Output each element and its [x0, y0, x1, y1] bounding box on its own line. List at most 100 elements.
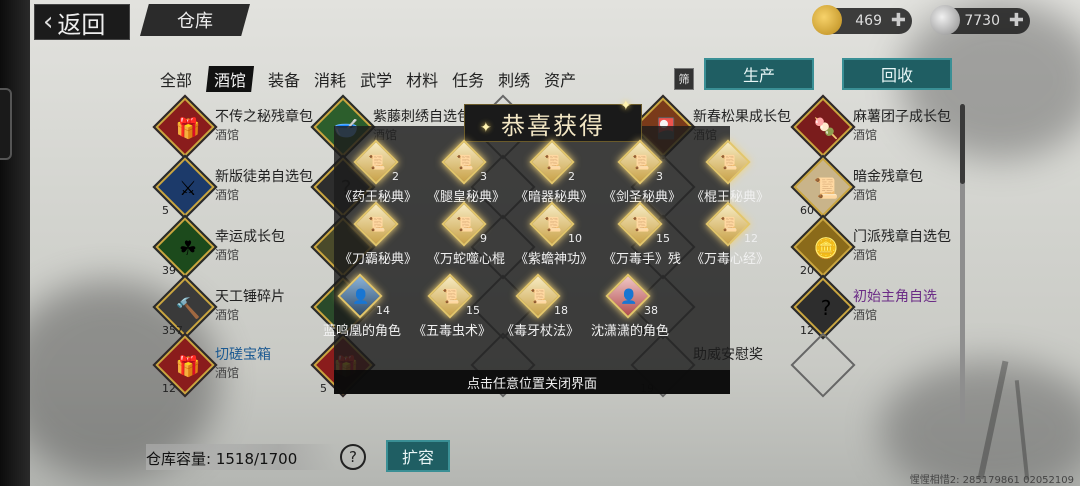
- reward-item: 👤 14 蓝鸣凰的角色: [314, 273, 410, 346]
- reward-popup-title: 恭喜获得: [501, 111, 605, 140]
- tab-equipment[interactable]: 装备: [268, 67, 300, 91]
- reward-item: 📜 2 《暗器秘典》: [506, 139, 602, 212]
- inventory-cell[interactable]: 🍡 麻薯团子成长包 酒馆: [790, 94, 956, 160]
- reward-count: 15: [466, 304, 480, 317]
- expand-button[interactable]: 扩容: [386, 440, 450, 472]
- portrait-glyph-icon: 👤: [620, 289, 638, 305]
- item-glyph-icon: ☘: [179, 236, 197, 260]
- item-glyph-icon: 📜: [813, 176, 839, 200]
- reward-count: 2: [392, 170, 399, 183]
- reward-count: 9: [480, 232, 487, 245]
- add-gold-icon[interactable]: ✚: [891, 10, 906, 31]
- reward-item: 📜 3 《腿皇秘典》: [418, 139, 514, 212]
- back-button[interactable]: ‹ 返回: [34, 4, 130, 40]
- item-name: 新春松果成长包: [693, 109, 791, 125]
- scroll-glyph-icon: 📜: [456, 217, 474, 233]
- reward-name: 《万毒手》残: [602, 252, 681, 267]
- inventory-cell[interactable]: [790, 332, 956, 398]
- reward-name: 《毒牙杖法》: [500, 324, 579, 339]
- filter-button[interactable]: 筛: [674, 68, 694, 90]
- left-edge-bar: [0, 0, 30, 486]
- reward-name: 《刀霸秘典》: [338, 252, 417, 267]
- inventory-cell[interactable]: 📜 暗金残章包 酒馆 60: [790, 154, 956, 220]
- item-category: 酒馆: [215, 188, 240, 202]
- page-title: 仓库: [140, 4, 250, 36]
- watermark-text: 惺惺相惜2: 285179861 02052109: [909, 475, 1074, 486]
- sparkle-icon: ✦: [620, 98, 632, 114]
- item-category: 酒馆: [215, 308, 240, 322]
- item-glyph-icon: ⚔: [179, 176, 197, 200]
- reward-count: 14: [376, 304, 390, 317]
- item-count: 60: [800, 204, 814, 217]
- tab-all[interactable]: 全部: [160, 67, 192, 91]
- tab-assets[interactable]: 资产: [544, 67, 576, 91]
- reward-item: 📜 2 《药王秘典》: [330, 139, 426, 212]
- gold-counter: 469 ✚: [812, 5, 912, 35]
- tab-tavern[interactable]: 酒馆: [206, 66, 255, 92]
- tab-materials[interactable]: 材料: [406, 67, 438, 91]
- silver-counter: 7730 ✚: [930, 5, 1030, 35]
- close-hint[interactable]: 点击任意位置关闭界面: [334, 370, 730, 394]
- item-glyph-icon: 🪙: [813, 236, 839, 260]
- item-count: 20: [800, 264, 814, 277]
- scroll-glyph-icon: 📜: [442, 289, 460, 305]
- reward-count: 12: [744, 232, 758, 245]
- tab-quest[interactable]: 任务: [452, 67, 484, 91]
- reward-name: 蓝鸣凰的角色: [322, 324, 401, 339]
- scroll-glyph-icon: 📜: [368, 217, 386, 233]
- item-name: 新版徒弟自选包: [215, 169, 313, 185]
- inventory-cell[interactable]: 🎁 切磋宝箱 酒馆 12: [152, 332, 318, 398]
- inventory-cell[interactable]: 🎁 不传之秘残章包 酒馆: [152, 94, 318, 160]
- reward-name: 《万蛇噬心棍: [426, 252, 505, 267]
- item-count: 5: [320, 382, 327, 395]
- inventory-cell[interactable]: ? 初始主角自选 酒馆 12: [790, 274, 956, 340]
- item-glyph-icon: 🎁: [175, 116, 201, 140]
- scroll-glyph-icon: 📜: [544, 217, 562, 233]
- reward-name: 《暗器秘典》: [514, 190, 593, 205]
- item-count: 12: [800, 324, 814, 337]
- reward-name: 《腿皇秘典》: [426, 190, 505, 205]
- item-icon: [790, 332, 856, 398]
- reward-count: 18: [554, 304, 568, 317]
- edge-handle[interactable]: [0, 88, 12, 160]
- item-glyph-icon: ?: [820, 296, 832, 320]
- item-category: 酒馆: [853, 248, 878, 262]
- silver-ingot-icon: [930, 5, 960, 35]
- inventory-cell[interactable]: ☘ 幸运成长包 酒馆 39: [152, 214, 318, 280]
- reward-name: 沈潇潇的角色: [590, 324, 669, 339]
- reward-count: 3: [656, 170, 663, 183]
- item-name: 初始主角自选: [853, 289, 937, 305]
- item-category: 酒馆: [853, 188, 878, 202]
- recycle-button[interactable]: 回收: [842, 58, 952, 90]
- item-name: 门派残章自选包: [853, 229, 951, 245]
- silver-value: 7730: [964, 13, 1000, 29]
- scroll-glyph-icon: 📜: [456, 155, 474, 171]
- inventory-cell[interactable]: 🪙 门派残章自选包 酒馆 20: [790, 214, 956, 280]
- add-silver-icon[interactable]: ✚: [1009, 10, 1024, 31]
- item-name: 幸运成长包: [215, 229, 285, 245]
- inventory-cell[interactable]: 🔨 天工锤碎片 酒馆 357: [152, 274, 318, 340]
- produce-button[interactable]: 生产: [704, 58, 814, 90]
- gold-ingot-icon: [812, 5, 842, 35]
- scroll-glyph-icon: 📜: [632, 217, 650, 233]
- tab-embroidery[interactable]: 刺绣: [498, 67, 530, 91]
- tab-martial-arts[interactable]: 武学: [360, 67, 392, 91]
- inventory-cell[interactable]: ⚔ 新版徒弟自选包 酒馆 5: [152, 154, 318, 220]
- scroll-glyph-icon: 📜: [720, 217, 738, 233]
- reward-count: 10: [568, 232, 582, 245]
- item-category: 酒馆: [215, 128, 240, 142]
- scrollbar-thumb[interactable]: [960, 104, 965, 184]
- sparkle-icon: ✦: [480, 120, 492, 136]
- chevron-left-icon: ‹: [43, 7, 54, 37]
- capacity-readout: 仓库容量: 1518/1700: [146, 448, 297, 469]
- reward-item: 📜 18 《毒牙杖法》: [492, 273, 588, 346]
- scroll-glyph-icon: 📜: [720, 155, 738, 171]
- item-count: 357: [162, 324, 183, 337]
- item-name: 不传之秘残章包: [215, 109, 313, 125]
- tab-consumable[interactable]: 消耗: [314, 67, 346, 91]
- reward-count: 38: [644, 304, 658, 317]
- reward-count: 3: [480, 170, 487, 183]
- item-count: 39: [162, 264, 176, 277]
- help-icon[interactable]: ?: [340, 444, 366, 470]
- scroll-glyph-icon: 📜: [530, 289, 548, 305]
